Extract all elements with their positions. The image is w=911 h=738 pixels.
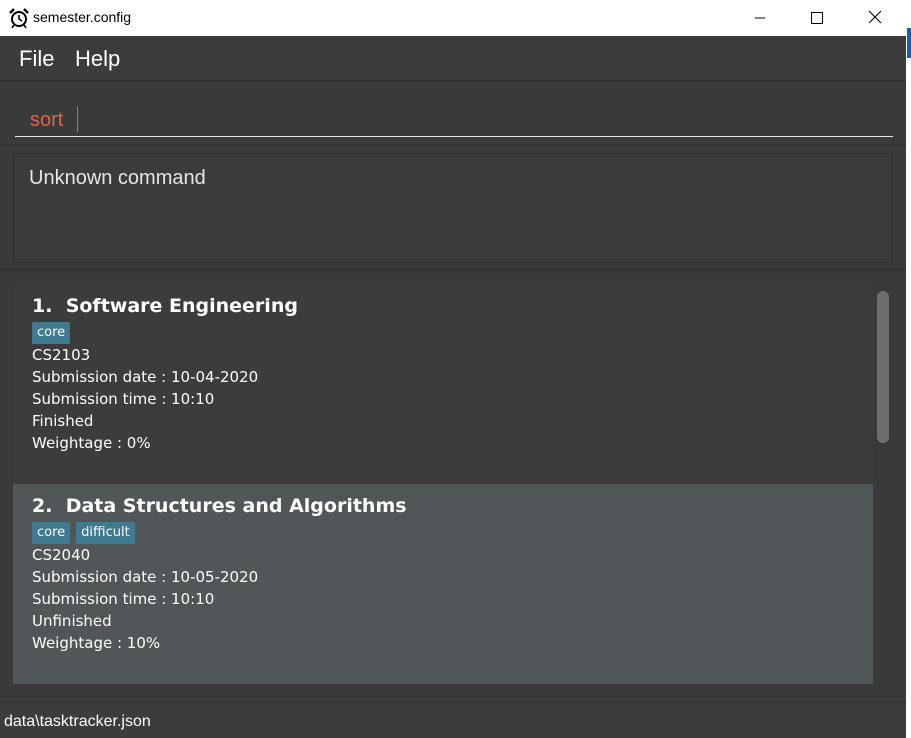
result-display: Unknown command: [13, 153, 893, 263]
task-submission-date: Submission date : 10-05-2020: [32, 568, 259, 586]
menu-bar: File Help: [0, 36, 906, 81]
status-bar: data\tasktracker.json: [0, 702, 906, 738]
status-file-path: data\tasktracker.json: [4, 713, 151, 730]
app-body: File Help sort Unknown command 1. Softwa…: [0, 36, 906, 702]
result-display-area: Unknown command: [0, 147, 906, 271]
command-box-area: sort: [0, 82, 906, 146]
tag-label: core: [32, 322, 71, 344]
scrollbar-thumb[interactable]: [877, 291, 889, 443]
task-index: 1.: [32, 295, 53, 317]
task-submission-date: Submission date : 10-04-2020: [32, 368, 259, 386]
close-icon: [868, 9, 882, 28]
edge-accent: [907, 28, 911, 58]
window-titlebar: semester.config: [0, 0, 906, 36]
tag-label: difficult: [76, 522, 135, 544]
task-weightage: Weightage : 10%: [32, 634, 161, 652]
text-caret: [77, 106, 78, 132]
task-card-selected[interactable]: 2. Data Structures and Algorithms core d…: [13, 484, 873, 684]
close-button[interactable]: [852, 0, 898, 36]
maximize-button[interactable]: [794, 0, 840, 36]
task-status: Unfinished: [32, 612, 112, 630]
window-title: semester.config: [33, 9, 132, 25]
scrollbar-track[interactable]: [873, 284, 893, 689]
task-title: 1. Software Engineering: [32, 294, 854, 318]
task-status: Finished: [32, 412, 94, 430]
minimize-button[interactable]: [737, 0, 783, 36]
task-code: CS2103: [32, 346, 91, 364]
task-name: Software Engineering: [65, 295, 298, 317]
window-edge: [906, 0, 911, 738]
task-tags: core difficult: [32, 522, 854, 544]
menu-file[interactable]: File: [19, 46, 54, 72]
task-name: Data Structures and Algorithms: [65, 495, 407, 517]
task-code: CS2040: [32, 546, 91, 564]
task-submission-time: Submission time : 10:10: [32, 390, 215, 408]
task-index: 2.: [32, 495, 53, 517]
task-submission-time: Submission time : 10:10: [32, 590, 215, 608]
task-card[interactable]: 1. Software Engineering core CS2103 Subm…: [13, 284, 873, 484]
alarm-clock-icon: [8, 7, 30, 29]
tag-label: core: [32, 522, 71, 544]
menu-help[interactable]: Help: [75, 46, 120, 72]
command-input[interactable]: sort: [15, 90, 893, 137]
task-title: 2. Data Structures and Algorithms: [32, 494, 854, 518]
task-list: 1. Software Engineering core CS2103 Subm…: [0, 272, 906, 702]
result-message: Unknown command: [29, 167, 206, 189]
maximize-icon: [811, 9, 823, 28]
task-tags: core: [32, 322, 854, 344]
minimize-icon: [754, 9, 766, 28]
command-text: sort: [30, 109, 64, 131]
task-weightage: Weightage : 0%: [32, 434, 151, 452]
